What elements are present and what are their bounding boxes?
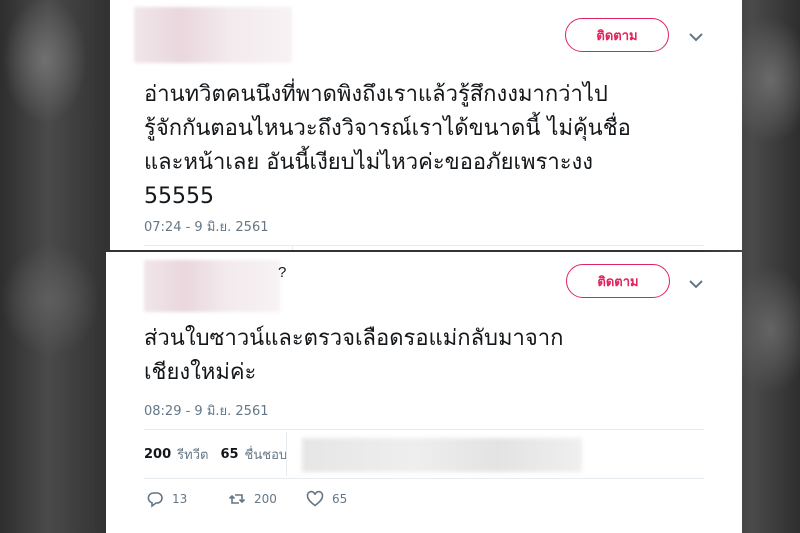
reply-count: 13 (172, 492, 188, 506)
divider (144, 429, 704, 430)
retweet-button[interactable]: 200 (228, 490, 277, 508)
blurred-author (134, 7, 292, 63)
retweet-total-label: รีทวีต (177, 448, 209, 463)
blurred-likers (302, 438, 582, 472)
engagement-stats: 200 รีทวีต 65 ชื่นชอบ (144, 444, 287, 465)
reply-icon (147, 492, 163, 508)
retweet-total[interactable]: 200 (144, 447, 171, 462)
like-total-label: ชื่นชอบ (244, 448, 288, 463)
heart-icon (306, 490, 324, 507)
like-total[interactable]: 65 (220, 447, 238, 462)
tweet-timestamp[interactable]: 08:29 - 9 มิ.ย. 2561 (144, 400, 269, 421)
stats-separator (286, 432, 287, 476)
author-name-fragment: ? (278, 264, 287, 281)
chevron-down-icon[interactable] (687, 277, 705, 291)
retweet-count: 200 (254, 492, 277, 506)
blurred-author (144, 260, 280, 312)
divider (144, 245, 704, 246)
tweet-card-1: ติดตาม อ่านทวิตคนนึงที่พาดพิงถึงเราแล้วร… (110, 0, 742, 250)
thread-line (292, 245, 293, 250)
tweet-timestamp[interactable]: 07:24 - 9 มิ.ย. 2561 (144, 216, 269, 237)
like-count: 65 (332, 492, 348, 506)
follow-button[interactable]: ติดตาม (566, 264, 670, 298)
follow-button[interactable]: ติดตาม (565, 18, 669, 52)
divider (144, 478, 704, 479)
tweet-card-2: ? ติดตาม ส่วนใบซาวน์และตรวจเลือดรอแม่กลั… (106, 252, 742, 533)
reply-button[interactable]: 13 (146, 490, 187, 508)
retweet-icon (228, 494, 246, 504)
like-button[interactable]: 65 (306, 490, 347, 508)
tweet-text: ส่วนใบซาวน์และตรวจเลือดรอแม่กลับมาจาก เช… (144, 326, 564, 385)
chevron-down-icon[interactable] (687, 30, 705, 44)
tweet-text: อ่านทวิตคนนึงที่พาดพิงถึงเราแล้วรู้สึกงง… (144, 82, 631, 209)
